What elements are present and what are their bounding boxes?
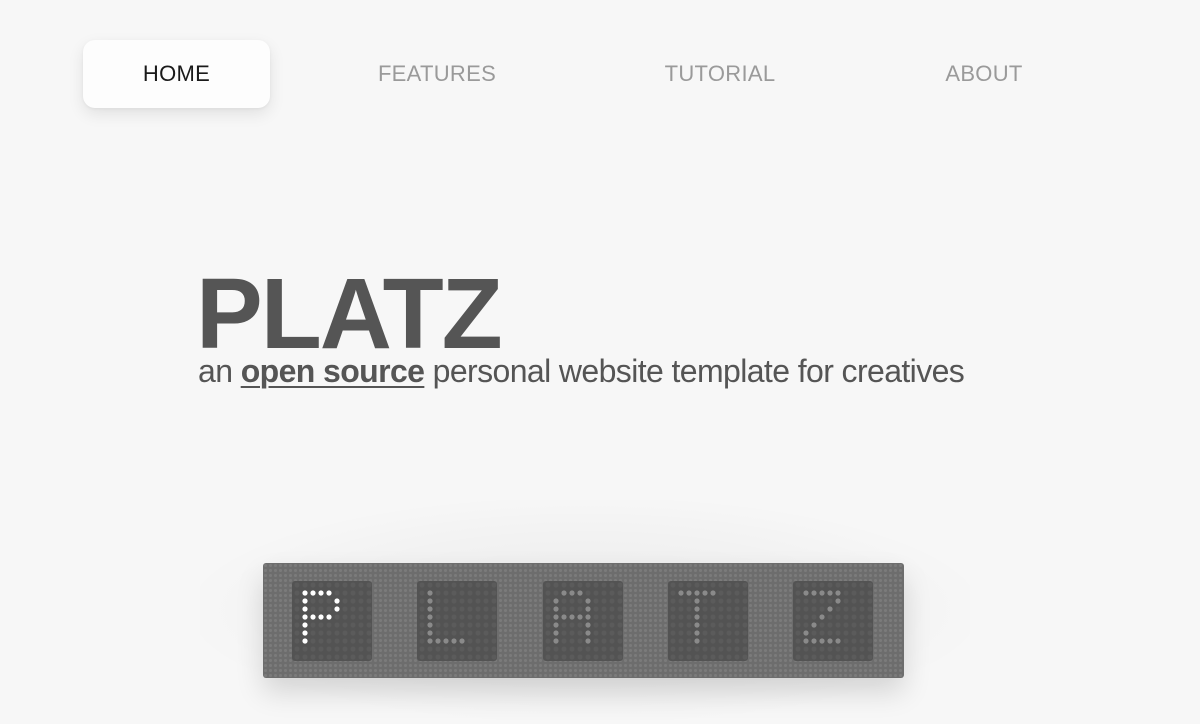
page: HOME FEATURES TUTORIAL ABOUT PLATZ an op… xyxy=(0,0,1200,724)
letter-cell-z xyxy=(793,581,873,661)
main-nav: HOME FEATURES TUTORIAL ABOUT xyxy=(0,40,1200,108)
letter-cell-l xyxy=(417,581,497,661)
nav-home-link[interactable]: HOME xyxy=(83,40,270,108)
nav-tutorial-link[interactable]: TUTORIAL xyxy=(626,40,814,108)
subtitle-prefix: an xyxy=(198,353,241,389)
letter-cell-a xyxy=(543,581,623,661)
nav-about-link[interactable]: ABOUT xyxy=(890,40,1078,108)
open-source-link[interactable]: open source xyxy=(241,353,425,389)
subtitle-suffix: personal website template for creatives xyxy=(424,353,965,389)
hero-subtitle: an open source personal website template… xyxy=(198,350,965,392)
dot-matrix-letters xyxy=(292,581,873,661)
letter-cell-p xyxy=(292,581,372,661)
dot-matrix-display xyxy=(263,563,904,678)
nav-features-link[interactable]: FEATURES xyxy=(343,40,531,108)
letter-cell-t xyxy=(668,581,748,661)
